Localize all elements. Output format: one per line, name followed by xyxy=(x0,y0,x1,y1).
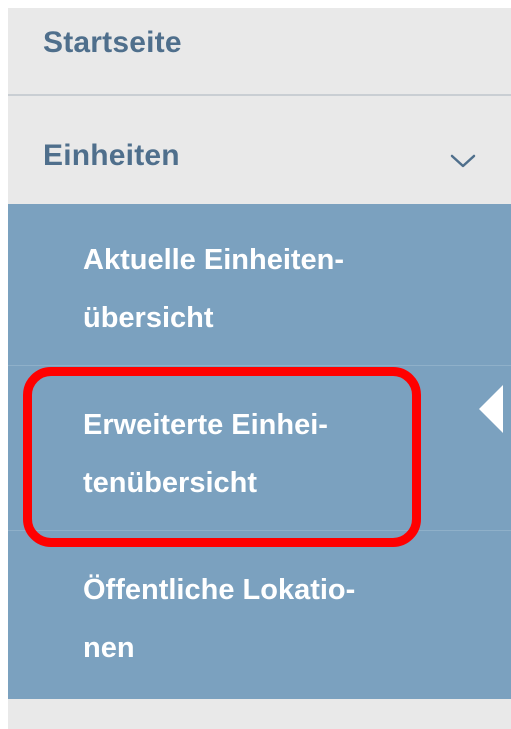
chevron-down-icon[interactable] xyxy=(449,152,477,170)
active-item-pointer-icon xyxy=(479,385,503,433)
submenu-item-label-line: Öffentliche Lokatio- xyxy=(83,574,356,606)
submenu-item-oeffentliche-lokationen[interactable]: Öffentliche Lokatio- nen xyxy=(8,561,511,696)
submenu-item-erweiterte-einheitenuebersicht[interactable]: Erweiterte Einhei- tenübersicht xyxy=(8,396,511,531)
nav-item-label: Einheiten xyxy=(43,139,180,172)
submenu-item-label-line: Erweiterte Einhei- xyxy=(83,409,328,441)
nav-item-einheiten[interactable]: Einheiten xyxy=(8,96,511,204)
sidebar-navigation: Startseite Einheiten Aktuelle Einheiten-… xyxy=(8,8,511,729)
submenu-item-label-line: übersicht xyxy=(83,302,214,334)
submenu-item-label-line: tenübersicht xyxy=(83,467,258,499)
nav-item-label: Startseite xyxy=(43,26,182,59)
nav-item-startseite[interactable]: Startseite xyxy=(8,8,511,96)
submenu-item-label-line: nen xyxy=(83,632,135,664)
submenu-item-label-line: Aktuelle Einheiten- xyxy=(83,244,345,276)
einheiten-submenu: Aktuelle Einheiten- übersicht Erweiterte… xyxy=(8,204,511,699)
submenu-item-aktuelle-einheitenuebersicht[interactable]: Aktuelle Einheiten- übersicht xyxy=(8,231,511,366)
